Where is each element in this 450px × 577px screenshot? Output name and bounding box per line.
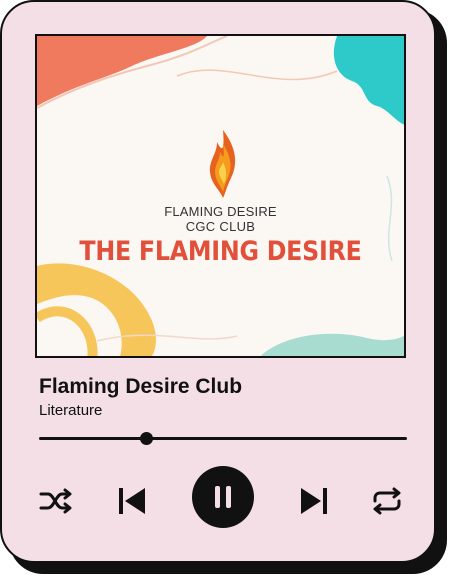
previous-button[interactable]: [114, 484, 150, 518]
org-name: FLAMING DESIRE: [164, 204, 277, 219]
shuffle-icon: [39, 488, 72, 514]
flame-logo: [209, 130, 236, 198]
album-banner-title: THE FLAMING DESIRE: [79, 236, 362, 267]
repeat-icon: [373, 487, 401, 515]
pause-button[interactable]: [192, 466, 254, 528]
progress-bar[interactable]: [39, 432, 407, 445]
pause-icon: [215, 486, 231, 508]
next-button[interactable]: [296, 484, 332, 518]
next-icon: [301, 488, 327, 514]
progress-knob[interactable]: [139, 432, 153, 445]
previous-icon: [119, 488, 145, 514]
org-subname: CGC CLUB: [185, 219, 256, 234]
track-artist: Literature: [39, 402, 103, 419]
shuffle-button[interactable]: [38, 486, 74, 516]
track-title: Flaming Desire Club: [39, 375, 243, 398]
album-art: FLAMING DESIRE CGC CLUB THE FLAMING DESI…: [35, 34, 406, 358]
music-player-card: FLAMING DESIRE CGC CLUB THE FLAMING DESI…: [0, 0, 436, 563]
repeat-button[interactable]: [368, 486, 406, 516]
